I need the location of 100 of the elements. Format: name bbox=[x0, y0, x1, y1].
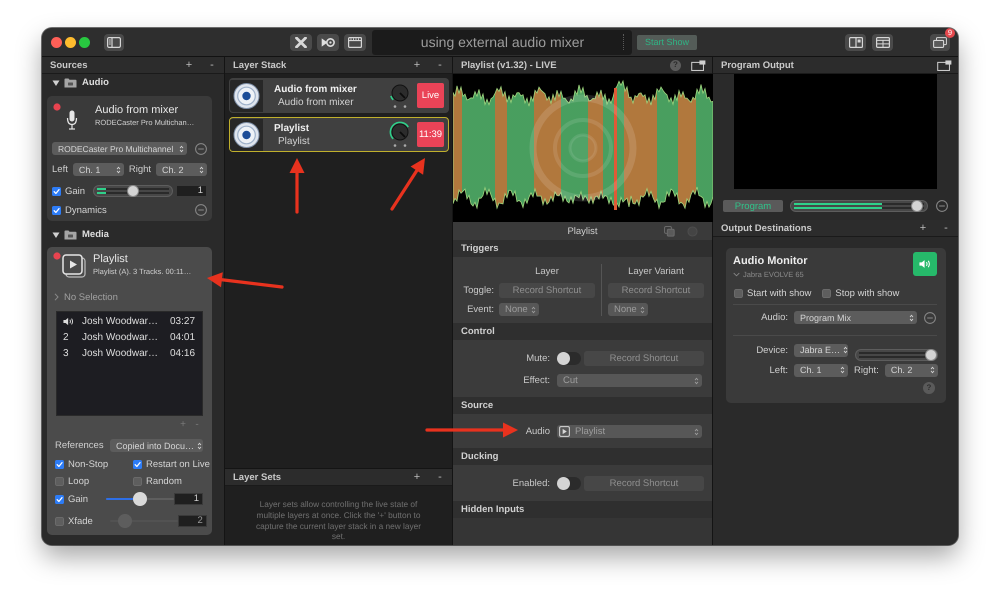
device-popup[interactable]: Jabra E… bbox=[794, 344, 848, 356]
checkbox[interactable] bbox=[822, 288, 832, 298]
minus-circle-icon[interactable] bbox=[924, 312, 936, 324]
track-duration: 03:27 bbox=[170, 316, 196, 326]
toolbar-button[interactable] bbox=[930, 34, 950, 50]
remove-button[interactable]: - bbox=[434, 471, 446, 483]
section-header: Source bbox=[453, 397, 712, 414]
toolbar-button[interactable] bbox=[872, 34, 893, 50]
record-shortcut-button[interactable]: Record Shortcut bbox=[499, 283, 595, 298]
close-icon[interactable] bbox=[51, 36, 62, 48]
panel-title: Layer Sets bbox=[233, 472, 282, 482]
sidebar-toggle-button[interactable] bbox=[104, 34, 124, 50]
add-button[interactable]: + bbox=[411, 59, 423, 71]
record-shortcut-button[interactable]: Record Shortcut bbox=[584, 351, 704, 366]
minus-circle-icon[interactable] bbox=[195, 142, 207, 154]
group-label[interactable]: Audio bbox=[82, 77, 109, 88]
layer-row[interactable]: Playlist Playlist 11:39 bbox=[229, 117, 449, 152]
references-popup[interactable]: Copied into Docu… bbox=[110, 439, 203, 452]
track-title[interactable]: Josh Woodwar… bbox=[82, 348, 170, 358]
program-button[interactable]: Program bbox=[723, 200, 783, 212]
audio-popup[interactable]: Program Mix bbox=[794, 311, 917, 324]
checkbox-label: Stop with show bbox=[835, 288, 900, 298]
checkbox[interactable] bbox=[55, 476, 64, 486]
slider-thumb[interactable] bbox=[133, 492, 147, 506]
start-show-button[interactable]: Start Show bbox=[637, 34, 697, 50]
channel-popup[interactable]: Ch. 1 bbox=[72, 163, 124, 176]
event-popup[interactable]: None bbox=[499, 303, 539, 316]
checkbox-label: Non-Stop bbox=[68, 458, 108, 470]
loudspeaker-icon bbox=[230, 80, 263, 112]
minus-circle-icon[interactable] bbox=[195, 204, 207, 216]
popout-window-icon[interactable] bbox=[937, 60, 952, 70]
toolbar-button[interactable] bbox=[290, 34, 312, 50]
disclosure-triangle-icon[interactable] bbox=[52, 230, 60, 238]
grid-view-icon bbox=[876, 36, 890, 48]
minimize-icon[interactable] bbox=[65, 36, 76, 48]
add-button[interactable]: + bbox=[411, 471, 423, 483]
field-label: Right: bbox=[854, 364, 879, 376]
checkbox-label: Loop bbox=[68, 476, 90, 486]
toggle-switch[interactable] bbox=[557, 477, 581, 490]
slider-track[interactable] bbox=[855, 349, 938, 361]
microphone-icon bbox=[66, 110, 78, 130]
field-label: Audio bbox=[526, 426, 550, 437]
panel-title: Layer Stack bbox=[233, 60, 286, 70]
value-field[interactable]: 1 bbox=[174, 493, 203, 505]
panel-title: Output Destinations bbox=[721, 222, 812, 234]
toggle-switch[interactable] bbox=[557, 352, 581, 365]
source-card[interactable] bbox=[47, 247, 212, 535]
popout-window-icon[interactable] bbox=[691, 60, 706, 70]
remove-button[interactable]: - bbox=[434, 59, 446, 71]
track-title[interactable]: Josh Woodwar… bbox=[82, 316, 170, 326]
group-label[interactable]: Media bbox=[82, 229, 109, 240]
checkbox[interactable] bbox=[133, 476, 142, 486]
toolbar-button[interactable] bbox=[344, 34, 366, 50]
checkbox[interactable] bbox=[55, 516, 64, 526]
annotation-arrow bbox=[290, 158, 304, 214]
slider-track[interactable] bbox=[790, 200, 928, 212]
checkbox[interactable] bbox=[734, 288, 743, 298]
zoom-icon[interactable] bbox=[79, 36, 90, 48]
up-down-chevron-icon bbox=[116, 166, 121, 174]
add-button[interactable]: + bbox=[917, 222, 929, 234]
audio-source-popup[interactable]: Playlist bbox=[557, 425, 702, 438]
channel-popup[interactable]: Ch. 2 bbox=[884, 364, 938, 376]
track-title[interactable]: Josh Woodwar… bbox=[82, 332, 170, 342]
up-down-chevron-icon bbox=[199, 166, 204, 174]
output-name: Audio Monitor bbox=[733, 255, 808, 267]
speaker-button[interactable] bbox=[913, 252, 937, 276]
layer-row[interactable]: Audio from mixer Audio from mixer Live bbox=[229, 78, 449, 113]
slider-thumb[interactable] bbox=[925, 349, 937, 361]
live-button[interactable]: Live bbox=[417, 83, 444, 108]
layer-sets-hint: Layer sets allow controlling the live state of multiple layers at once. Click the '+' button to capture the current layer stack in a new layer set. bbox=[254, 498, 422, 544]
minus-circle-icon[interactable] bbox=[936, 200, 948, 212]
event-popup[interactable]: None bbox=[608, 303, 648, 316]
effect-popup[interactable]: Cut bbox=[557, 374, 702, 387]
device-popup[interactable]: RODECaster Pro Multichannel bbox=[52, 142, 187, 155]
value-field[interactable]: 2 bbox=[178, 515, 207, 527]
chevron-right-icon[interactable] bbox=[54, 293, 59, 301]
checkbox-label: Gain bbox=[68, 494, 89, 504]
toolbar-button[interactable] bbox=[845, 34, 866, 50]
slider-track[interactable] bbox=[93, 185, 174, 197]
toolbar-button[interactable] bbox=[317, 34, 339, 50]
remove-button[interactable]: - bbox=[940, 222, 952, 234]
channel-label: Right bbox=[128, 164, 152, 175]
disclosure-triangle-icon[interactable] bbox=[52, 78, 60, 86]
slider-thumb[interactable] bbox=[127, 185, 140, 197]
loudspeaker-icon bbox=[230, 118, 263, 150]
value-field[interactable]: 1 bbox=[176, 185, 207, 197]
field-label: Effect: bbox=[523, 375, 550, 386]
slider-thumb[interactable] bbox=[911, 200, 924, 212]
live-button[interactable]: 11:39 bbox=[417, 122, 444, 147]
remove-button[interactable]: - bbox=[206, 59, 218, 71]
volume-knob[interactable] bbox=[388, 121, 412, 148]
channel-popup[interactable]: Ch. 2 bbox=[156, 163, 208, 176]
references-label: References bbox=[55, 440, 104, 451]
panel-title: Program Output bbox=[721, 60, 794, 70]
record-shortcut-button[interactable]: Record Shortcut bbox=[584, 476, 704, 491]
up-down-chevron-icon bbox=[694, 376, 699, 384]
add-button[interactable]: + bbox=[183, 59, 195, 71]
record-shortcut-button[interactable]: Record Shortcut bbox=[608, 283, 704, 298]
channel-popup[interactable]: Ch. 1 bbox=[794, 364, 848, 376]
chevron-down-icon[interactable] bbox=[733, 272, 740, 277]
